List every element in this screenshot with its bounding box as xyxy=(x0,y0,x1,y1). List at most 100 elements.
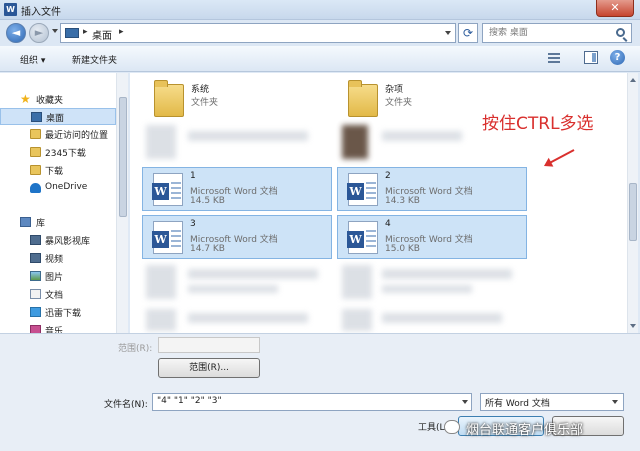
blurred-file-text xyxy=(188,131,308,141)
file-list: 系统 文件夹 杂项 文件夹 W 1 Microsoft Word 文档 14.5… xyxy=(130,73,627,333)
sidebar-item-music[interactable]: 音乐 xyxy=(0,322,116,333)
search-box[interactable] xyxy=(482,23,632,43)
word-document-icon: W xyxy=(347,173,378,206)
filename-dropdown-icon[interactable] xyxy=(462,400,468,404)
window-title: 插入文件 xyxy=(21,7,61,18)
blurred-file-icon xyxy=(342,125,368,159)
close-button[interactable]: ✕ xyxy=(596,0,634,17)
file-size: 14.5 KB xyxy=(190,196,225,206)
blurred-file-icon xyxy=(146,309,176,331)
filetype-value: 所有 Word 文档 xyxy=(485,399,550,409)
refresh-button[interactable]: ⟳ xyxy=(458,23,478,43)
star-icon: ★ xyxy=(20,92,31,106)
navigation-pane: ★ 收藏夹 桌面 最近访问的位置 2345下载 下载 OneDrive 库 暴风… xyxy=(0,73,128,333)
view-options-icon[interactable] xyxy=(546,51,568,65)
folder-icon xyxy=(30,165,41,175)
word-document-icon: W xyxy=(152,173,183,206)
range-input xyxy=(158,337,260,353)
filetype-select[interactable]: 所有 Word 文档 xyxy=(480,393,624,411)
sidebar-item-libraries[interactable]: 库 xyxy=(0,214,116,231)
sidebar-item-pictures[interactable]: 图片 xyxy=(0,268,116,285)
file-type: 文件夹 xyxy=(191,98,219,108)
folder-icon xyxy=(30,147,41,157)
file-name: 2 xyxy=(385,171,391,181)
sidebar-scrollbar[interactable] xyxy=(116,73,128,333)
sidebar-item-label: 暴风影视库 xyxy=(45,237,91,247)
blurred-file-text xyxy=(188,285,278,293)
download-icon xyxy=(30,307,41,317)
dialog-footer: 范围(R): 范围(R)... 文件名(N): "4" "1" "2" "3" … xyxy=(0,333,640,451)
sidebar-item-label: 最近访问的位置 xyxy=(45,131,109,141)
blurred-file-icon xyxy=(146,265,176,299)
scrollbar-thumb[interactable] xyxy=(119,97,127,217)
address-bar[interactable]: ▸ 桌面 ▸ xyxy=(60,23,456,43)
sidebar-item-documents[interactable]: 文档 xyxy=(0,286,116,303)
picture-icon xyxy=(30,271,41,281)
back-button[interactable]: ◄ xyxy=(6,23,26,43)
sidebar-item-label: 下载 xyxy=(45,167,64,177)
preview-pane-icon[interactable] xyxy=(584,51,598,64)
sidebar-item-recent-places[interactable]: 最近访问的位置 xyxy=(0,126,116,143)
chevron-down-icon[interactable] xyxy=(612,400,618,404)
file-list-scrollbar[interactable] xyxy=(627,73,638,333)
sidebar-item-label: 库 xyxy=(36,219,46,229)
sidebar-item-2345-downloads[interactable]: 2345下载 xyxy=(0,144,116,161)
sidebar-item-label: 桌面 xyxy=(46,114,65,124)
blurred-file-text xyxy=(382,285,472,293)
breadcrumb-location[interactable]: 桌面 xyxy=(92,27,112,42)
file-item-selected[interactable]: W 1 Microsoft Word 文档 14.5 KB xyxy=(142,167,332,211)
address-row: ◄ ► ▸ 桌面 ▸ ⟳ xyxy=(0,20,640,46)
new-folder-button[interactable]: 新建文件夹 xyxy=(72,53,117,66)
sidebar-item-label: 文档 xyxy=(45,291,64,301)
scroll-up-icon[interactable] xyxy=(630,78,636,82)
filename-input[interactable]: "4" "1" "2" "3" xyxy=(152,393,472,411)
filename-label: 文件名(N): xyxy=(104,400,148,410)
sidebar-item-thunder-downloads[interactable]: 迅雷下载 xyxy=(0,304,116,321)
range-label: 范围(R): xyxy=(118,344,153,354)
sidebar-item-downloads[interactable]: 下载 xyxy=(0,162,116,179)
sidebar-item-videos[interactable]: 视频 xyxy=(0,250,116,267)
command-toolbar: 组织 ▾ 新建文件夹 ? xyxy=(0,46,640,72)
folder-item[interactable]: 系统 文件夹 xyxy=(144,79,334,123)
help-icon[interactable]: ? xyxy=(610,50,625,65)
folder-icon xyxy=(348,80,378,117)
sidebar-item-favorites[interactable]: ★ 收藏夹 xyxy=(0,91,116,108)
file-size: 14.7 KB xyxy=(190,244,225,254)
sidebar-item-label: 2345下载 xyxy=(45,149,86,159)
file-name: 4 xyxy=(385,219,391,229)
video-icon xyxy=(30,253,41,263)
breadcrumb-chevron-icon[interactable]: ▸ xyxy=(119,27,124,37)
blurred-file-icon xyxy=(342,265,372,299)
blurred-file-text xyxy=(188,269,318,279)
range-button[interactable]: 范围(R)... xyxy=(158,358,260,378)
sidebar-item-label: 收藏夹 xyxy=(36,96,64,106)
recent-pages-dropdown[interactable] xyxy=(52,29,58,33)
blurred-file-text xyxy=(382,313,502,323)
document-icon xyxy=(30,289,41,299)
file-size: 14.3 KB xyxy=(385,196,420,206)
sidebar-item-desktop[interactable]: 桌面 xyxy=(0,108,116,125)
file-type: 文件夹 xyxy=(385,98,413,108)
sidebar-item-onedrive[interactable]: OneDrive xyxy=(0,180,116,197)
organize-button[interactable]: 组织 ▾ xyxy=(20,53,45,66)
ctrl-multiselect-annotation: 按住CTRL多选 xyxy=(482,114,594,134)
file-name: 1 xyxy=(190,171,196,181)
scrollbar-thumb[interactable] xyxy=(629,183,637,241)
search-icon[interactable] xyxy=(616,28,625,37)
title-bar: W 插入文件 ✕ xyxy=(0,0,640,20)
search-input[interactable] xyxy=(489,24,609,42)
blurred-file-text xyxy=(188,313,308,323)
file-item-selected[interactable]: W 2 Microsoft Word 文档 14.3 KB xyxy=(337,167,527,211)
breadcrumb-separator-icon[interactable]: ▸ xyxy=(83,27,88,37)
file-item-selected[interactable]: W 4 Microsoft Word 文档 15.0 KB xyxy=(337,215,527,259)
file-size: 15.0 KB xyxy=(385,244,420,254)
sidebar-item-video-library[interactable]: 暴风影视库 xyxy=(0,232,116,249)
blurred-file-text xyxy=(382,131,462,141)
sidebar-item-label: 视频 xyxy=(45,255,64,265)
file-item-selected[interactable]: W 3 Microsoft Word 文档 14.7 KB xyxy=(142,215,332,259)
forward-button[interactable]: ► xyxy=(29,23,49,43)
desktop-icon xyxy=(65,28,79,38)
file-name: 系统 xyxy=(191,85,210,95)
scroll-down-icon[interactable] xyxy=(630,324,636,328)
address-dropdown-icon[interactable] xyxy=(445,31,451,35)
